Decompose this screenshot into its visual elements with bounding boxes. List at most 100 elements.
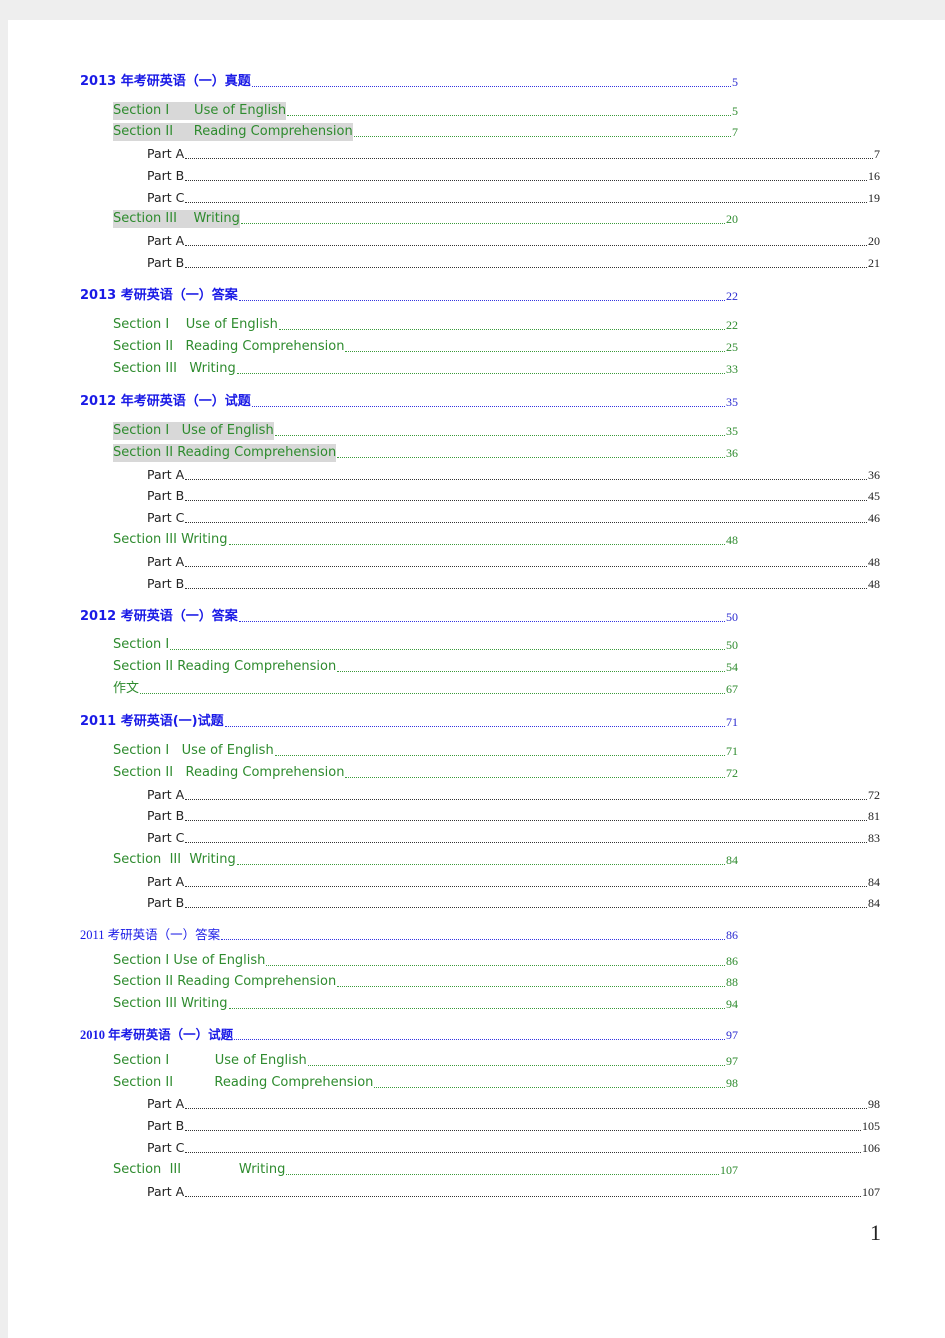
- toc-heading[interactable]: 2011 考研英语（一）答案 86: [80, 926, 738, 944]
- dot-leader: [287, 115, 731, 116]
- toc-entry-page: 45: [868, 489, 880, 503]
- toc-heading[interactable]: 2011 考研英语(一)试题 71: [80, 713, 738, 731]
- toc-section-entry[interactable]: Section I Use of English 71: [113, 742, 738, 760]
- toc-entry-title: Section I Use of English: [113, 953, 266, 968]
- dot-leader: [185, 566, 867, 567]
- toc-section-entry[interactable]: Section I Use of English 22: [113, 316, 738, 334]
- toc-part-entry[interactable]: Part A 36: [147, 466, 880, 484]
- toc-heading[interactable]: 2013 考研英语（一）答案 22: [80, 287, 738, 305]
- toc-section-entry[interactable]: Section II Reading Comprehension 25: [113, 338, 738, 356]
- dot-leader: [238, 621, 725, 622]
- dot-leader: [266, 965, 725, 966]
- toc-entry-title: Part B: [147, 1118, 185, 1133]
- toc-part-entry[interactable]: Part C 83: [147, 829, 880, 847]
- dot-leader: [228, 544, 725, 545]
- toc-entry-title: 2010 年考研英语（一）试题: [80, 1028, 234, 1042]
- toc-section-entry[interactable]: Section III Writing 107: [113, 1161, 738, 1179]
- toc-entry-title: Part B: [147, 255, 185, 270]
- toc-section-entry[interactable]: Section II Reading Comprehension 72: [113, 764, 738, 782]
- toc-entry-title: Section I Use of English: [113, 1053, 307, 1068]
- dot-leader: [274, 435, 725, 436]
- toc-section-entry[interactable]: Section I Use of English 35: [113, 422, 738, 440]
- toc-part-entry[interactable]: Part A 98: [147, 1095, 880, 1113]
- toc-part-entry[interactable]: Part B 45: [147, 487, 880, 505]
- dot-leader: [170, 649, 725, 650]
- toc-entry-title: Part B: [147, 808, 185, 823]
- toc-entry-page: 105: [862, 1119, 880, 1133]
- dot-leader: [185, 267, 867, 268]
- toc-heading[interactable]: 2010 年考研英语（一）试题 97: [80, 1026, 738, 1044]
- toc-entry-title: Part B: [147, 168, 185, 183]
- toc-entry-page: 22: [726, 289, 738, 303]
- toc-entry-page: 97: [726, 1028, 738, 1042]
- toc-entry-page: 98: [868, 1097, 880, 1111]
- toc-section-entry[interactable]: 作文 67: [113, 680, 738, 698]
- toc-heading[interactable]: 2013 年考研英语（一）真题 5: [80, 73, 738, 91]
- toc-entry-page: 20: [726, 212, 738, 226]
- toc-section-entry[interactable]: Section I Use of English 86: [113, 952, 738, 970]
- dot-leader: [185, 886, 867, 887]
- toc-part-entry[interactable]: Part B 48: [147, 575, 880, 593]
- toc-entry-title: 2012 考研英语（一）答案: [80, 609, 238, 624]
- toc-entry-page: 48: [868, 577, 880, 591]
- dot-leader: [337, 457, 725, 458]
- toc-part-entry[interactable]: Part B 81: [147, 807, 880, 825]
- toc-entry-title: Part A: [147, 1096, 185, 1111]
- toc-heading[interactable]: 2012 考研英语（一）答案 50: [80, 608, 738, 626]
- toc-section-entry[interactable]: Section II Reading Comprehension 7: [113, 123, 738, 141]
- dot-leader: [185, 522, 867, 523]
- dot-leader: [185, 202, 867, 203]
- toc-part-entry[interactable]: Part A 72: [147, 786, 880, 804]
- toc-entry-title: Part A: [147, 233, 185, 248]
- toc-entry-page: 67: [726, 682, 738, 696]
- dot-leader: [185, 1152, 861, 1153]
- toc-part-entry[interactable]: Part A 7: [147, 145, 880, 163]
- toc-entry-page: 84: [868, 896, 880, 910]
- toc-section-entry[interactable]: Section III Writing 48: [113, 531, 738, 549]
- toc-heading[interactable]: 2012 年考研英语（一）试题 35: [80, 393, 738, 411]
- toc-section-entry[interactable]: Section III Writing 94: [113, 995, 738, 1013]
- toc-section-entry[interactable]: Section I 50: [113, 636, 738, 654]
- toc-part-entry[interactable]: Part B 84: [147, 894, 880, 912]
- dot-leader: [251, 86, 731, 87]
- toc-entry-title: Section III Writing: [113, 996, 228, 1011]
- toc-section-entry[interactable]: Section I Use of English 97: [113, 1052, 738, 1070]
- page-number: 1: [870, 1220, 881, 1245]
- toc-section-entry[interactable]: Section II Reading Comprehension 88: [113, 973, 738, 991]
- toc-part-entry[interactable]: Part C 46: [147, 509, 880, 527]
- dot-leader: [345, 777, 725, 778]
- toc-part-entry[interactable]: Part A 107: [147, 1183, 880, 1201]
- toc-part-entry[interactable]: Part B 105: [147, 1117, 880, 1135]
- toc-entry-title: Part B: [147, 488, 185, 503]
- toc-part-entry[interactable]: Part B 16: [147, 167, 880, 185]
- toc-entry-page: 72: [726, 766, 738, 780]
- toc-entry-page: 35: [726, 395, 738, 409]
- toc-part-entry[interactable]: Part A 20: [147, 232, 880, 250]
- toc-section-entry[interactable]: Section III Writing 84: [113, 851, 738, 869]
- toc-entry-title: Section I Use of English: [113, 743, 274, 758]
- toc-part-entry[interactable]: Part B 21: [147, 254, 880, 272]
- toc-section-entry[interactable]: Section II Reading Comprehension 54: [113, 658, 738, 676]
- toc-section-entry[interactable]: Section III Writing 33: [113, 360, 738, 378]
- toc-entry-page: 81: [868, 809, 880, 823]
- toc-entry-title: Part A: [147, 146, 185, 161]
- dot-leader: [185, 1196, 861, 1197]
- toc-part-entry[interactable]: Part A 48: [147, 553, 880, 571]
- toc-part-entry[interactable]: Part C 19: [147, 189, 880, 207]
- toc-entry-title: Part A: [147, 554, 185, 569]
- toc-entry-title: Section III Writing: [113, 210, 240, 228]
- toc-entry-title: Section I Use of English: [113, 422, 274, 440]
- toc-part-entry[interactable]: Part C 106: [147, 1139, 880, 1157]
- toc-entry-page: 71: [726, 744, 738, 758]
- toc-entry-title: Section III Writing: [113, 852, 236, 867]
- toc-entry-page: 84: [726, 853, 738, 867]
- toc-entry-title: Section II Reading Comprehension: [113, 444, 337, 462]
- toc-section-entry[interactable]: Section III Writing 20: [113, 210, 738, 228]
- dot-leader: [224, 726, 725, 727]
- toc-section-entry[interactable]: Section II Reading Comprehension 36: [113, 444, 738, 462]
- toc-section-entry[interactable]: Section II Reading Comprehension 98: [113, 1074, 738, 1092]
- toc-entry-title: 2013 年考研英语（一）真题: [80, 74, 251, 89]
- toc-section-entry[interactable]: Section I Use of English 5: [113, 102, 738, 120]
- dot-leader: [374, 1087, 725, 1088]
- toc-part-entry[interactable]: Part A 84: [147, 873, 880, 891]
